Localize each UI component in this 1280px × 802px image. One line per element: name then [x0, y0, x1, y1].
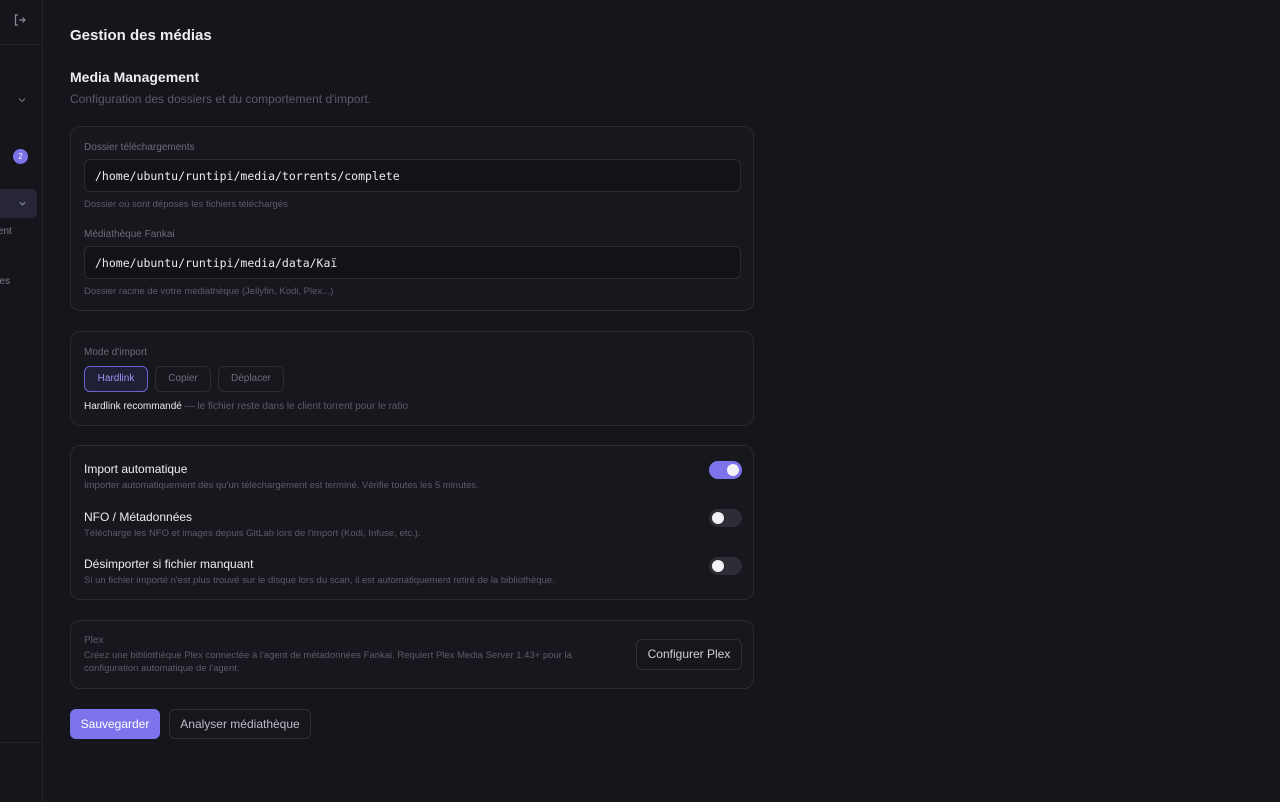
import-mode-note: Hardlink recommandé — le fichier reste d… — [84, 401, 408, 412]
nfo-toggle[interactable] — [709, 509, 742, 527]
notification-badge: 2 — [13, 149, 28, 164]
logout-icon[interactable] — [13, 13, 27, 27]
plex-description: Créez une bibliothèque Plex connectée à … — [84, 650, 572, 674]
nfo-title: NFO / Métadonnées — [84, 510, 193, 524]
mode-copy-button[interactable]: Copier — [155, 366, 211, 392]
toggle-knob — [712, 560, 724, 572]
downloads-hint: Dossier où sont déposés les fichiers tél… — [84, 199, 288, 210]
chevron-down-icon[interactable] — [18, 199, 27, 208]
unimport-missing-title: Désimporter si fichier manquant — [84, 557, 254, 571]
sidebar-divider — [0, 742, 42, 743]
auto-import-description: Importer automatiquement dès qu'un téléc… — [84, 480, 479, 491]
downloads-label: Dossier téléchargements — [84, 142, 195, 153]
downloads-folder-input[interactable] — [84, 159, 741, 192]
plex-card: Plex Créez une bibliothèque Plex connect… — [70, 620, 754, 689]
section-title: Media Management — [70, 69, 200, 85]
configure-plex-button[interactable]: Configurer Plex — [636, 639, 742, 670]
mode-move-button[interactable]: Déplacer — [218, 366, 284, 392]
auto-import-toggle[interactable] — [709, 461, 742, 479]
plex-label: Plex — [84, 635, 104, 646]
sidebar-divider — [0, 44, 42, 45]
library-folder-input[interactable] — [84, 246, 741, 279]
save-button[interactable]: Sauvegarder — [70, 709, 160, 739]
toggle-knob — [727, 464, 739, 476]
unimport-missing-toggle[interactable] — [709, 557, 742, 575]
import-mode-card: Mode d'import Hardlink Copier Déplacer H… — [70, 331, 754, 426]
library-hint: Dossier racine de votre médiathèque (Jel… — [84, 286, 334, 297]
mode-hardlink-button[interactable]: Hardlink — [84, 366, 148, 392]
page-title: Gestion des médias — [70, 27, 212, 44]
analyze-library-button[interactable]: Analyser médiathèque — [169, 709, 311, 739]
toggle-knob — [712, 512, 724, 524]
sidebar-item-label[interactable]: ries — [0, 276, 10, 287]
nfo-description: Télécharge les NFO et images depuis GitL… — [84, 528, 421, 539]
unimport-missing-description: Si un fichier importé n'est plus trouvé … — [84, 575, 555, 586]
import-mode-note-rest: — le fichier reste dans le client torren… — [181, 401, 409, 412]
sidebar-item-label[interactable]: ement — [0, 226, 12, 237]
sidebar: 2 ement ries — [0, 0, 43, 802]
import-mode-note-strong: Hardlink recommandé — [84, 401, 182, 412]
auto-import-title: Import automatique — [84, 462, 188, 476]
toggles-card: Import automatique Importer automatiquem… — [70, 445, 754, 600]
chevron-down-icon[interactable] — [17, 95, 27, 105]
import-mode-label: Mode d'import — [84, 347, 148, 358]
section-subtitle: Configuration des dossiers et du comport… — [70, 92, 372, 106]
folders-card: Dossier téléchargements Dossier où sont … — [70, 126, 754, 311]
library-label: Médiathèque Fankai — [84, 229, 175, 240]
